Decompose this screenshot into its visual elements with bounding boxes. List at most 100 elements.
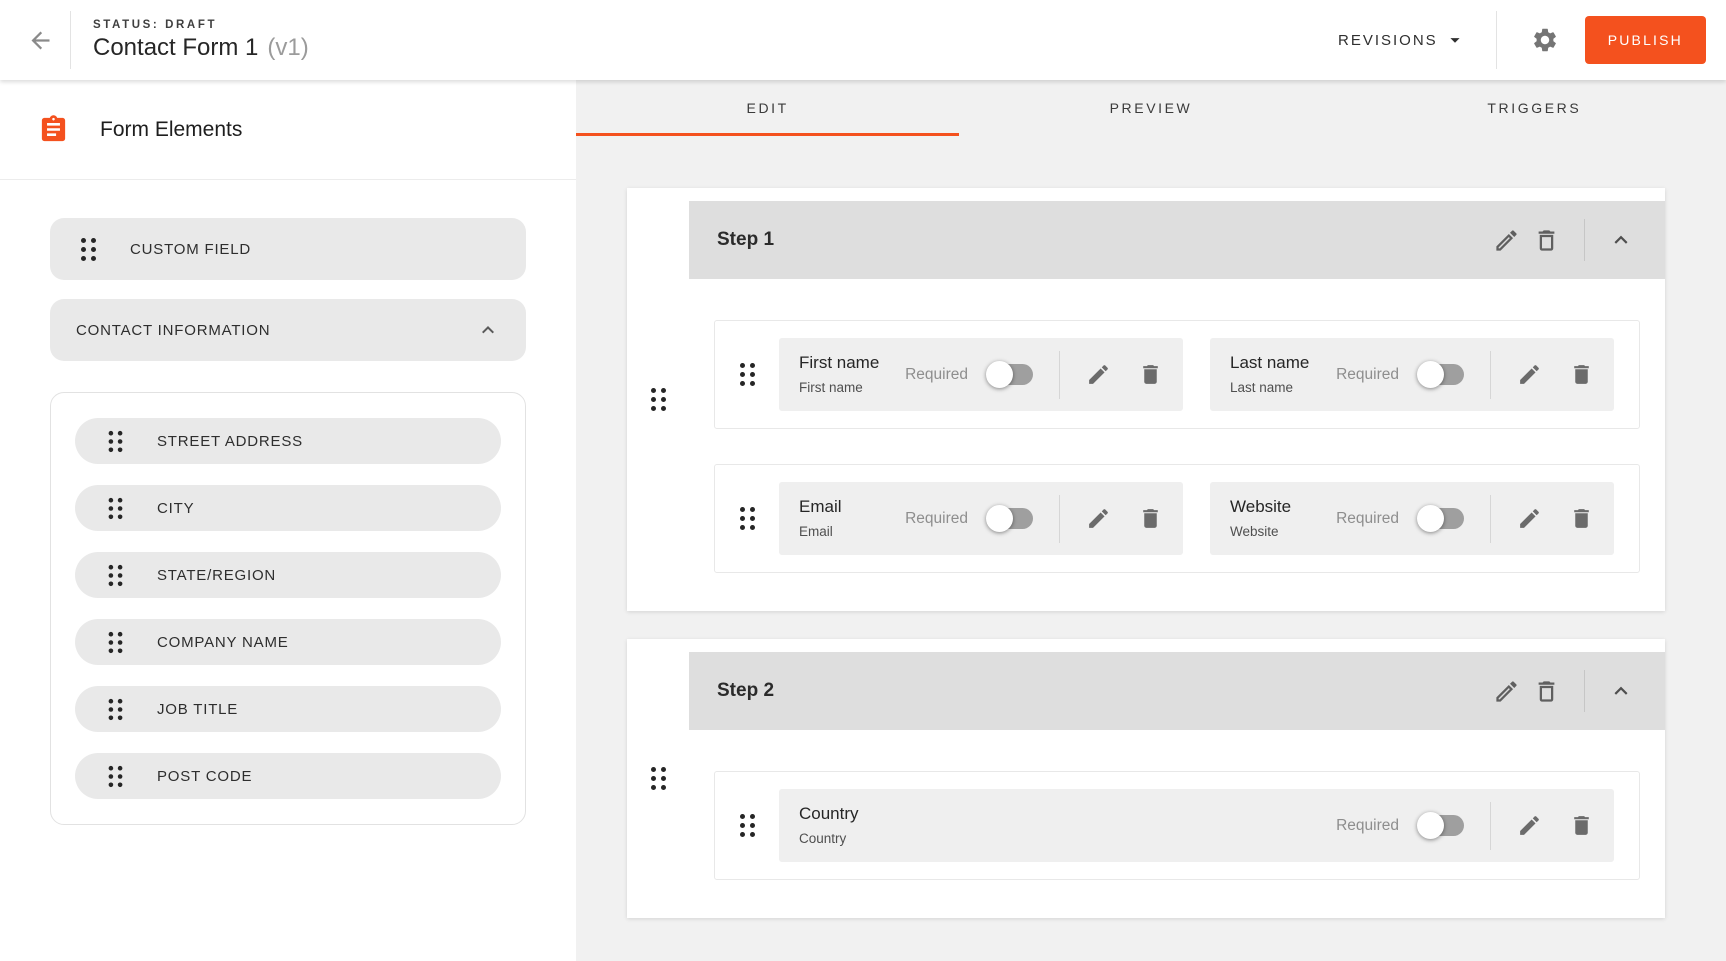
edit-field-button[interactable] bbox=[1510, 499, 1548, 539]
contact-information-group[interactable]: CONTACT INFORMATION bbox=[50, 299, 526, 361]
settings-button[interactable] bbox=[1523, 18, 1567, 62]
sidebar-field-label: COMPANY NAME bbox=[157, 634, 289, 651]
contact-information-items: STREET ADDRESS CITY STATE/REGION COMPANY… bbox=[50, 392, 526, 825]
edit-icon bbox=[1086, 506, 1111, 531]
drag-handle-icon[interactable] bbox=[81, 238, 96, 261]
delete-field-button[interactable] bbox=[1562, 806, 1600, 846]
delete-field-button[interactable] bbox=[1562, 499, 1600, 539]
divider bbox=[1496, 11, 1497, 69]
custom-field-element[interactable]: CUSTOM FIELD bbox=[50, 218, 526, 280]
field-sublabel: Website bbox=[1230, 522, 1291, 542]
row-drag-handle-icon[interactable] bbox=[740, 814, 755, 837]
field-card-website: Website Website Required bbox=[1210, 482, 1614, 555]
delete-step-button[interactable] bbox=[1526, 671, 1566, 711]
row-drag-handle-icon[interactable] bbox=[740, 507, 755, 530]
main-panel: EDIT PREVIEW TRIGGERS Step 1 bbox=[576, 80, 1726, 961]
edit-icon bbox=[1517, 813, 1542, 838]
sidebar-item-state-region[interactable]: STATE/REGION bbox=[75, 552, 501, 598]
sidebar-field-label: POST CODE bbox=[157, 768, 252, 785]
required-toggle[interactable] bbox=[986, 505, 1036, 532]
edit-field-button[interactable] bbox=[1510, 806, 1548, 846]
top-bar: STATUS: DRAFT Contact Form 1 (v1) REVISI… bbox=[0, 0, 1726, 80]
caret-down-icon bbox=[1444, 29, 1466, 51]
field-row: Email Email Required Website Website Req… bbox=[714, 464, 1640, 573]
tab-bar: EDIT PREVIEW TRIGGERS bbox=[576, 80, 1726, 136]
sidebar-field-label: STATE/REGION bbox=[157, 567, 276, 584]
divider bbox=[1490, 802, 1491, 850]
edit-step-button[interactable] bbox=[1486, 220, 1526, 260]
tab-label: EDIT bbox=[747, 100, 789, 116]
divider bbox=[1059, 351, 1060, 399]
sidebar-field-label: CITY bbox=[157, 500, 194, 517]
divider bbox=[70, 11, 71, 69]
sidebar-header: Form Elements bbox=[0, 80, 576, 180]
edit-icon bbox=[1086, 362, 1111, 387]
revisions-button[interactable]: REVISIONS bbox=[1338, 29, 1466, 51]
tab-preview[interactable]: PREVIEW bbox=[959, 80, 1342, 136]
sidebar-item-city[interactable]: CITY bbox=[75, 485, 501, 531]
step-drag-handle-icon[interactable] bbox=[651, 767, 666, 790]
form-elements-sidebar: Form Elements CUSTOM FIELD CONTACT INFOR… bbox=[0, 80, 576, 961]
edit-icon bbox=[1493, 227, 1520, 254]
tab-triggers[interactable]: TRIGGERS bbox=[1343, 80, 1726, 136]
sidebar-item-company-name[interactable]: COMPANY NAME bbox=[75, 619, 501, 665]
required-toggle[interactable] bbox=[986, 361, 1036, 388]
required-label: Required bbox=[1336, 366, 1399, 384]
sidebar-field-label: STREET ADDRESS bbox=[157, 433, 303, 450]
drag-handle-icon[interactable] bbox=[109, 631, 123, 652]
field-label: Email bbox=[799, 495, 842, 520]
form-status: STATUS: DRAFT bbox=[93, 19, 309, 31]
drag-handle-icon[interactable] bbox=[109, 430, 123, 451]
drag-handle-icon[interactable] bbox=[109, 698, 123, 719]
trash-icon bbox=[1138, 362, 1163, 387]
sidebar-item-job-title[interactable]: JOB TITLE bbox=[75, 686, 501, 732]
collapse-step-button[interactable] bbox=[1601, 671, 1641, 711]
sidebar-item-street-address[interactable]: STREET ADDRESS bbox=[75, 418, 501, 464]
step-card-2: Step 2 bbox=[627, 639, 1665, 918]
field-sublabel: Email bbox=[799, 522, 842, 542]
publish-button[interactable]: PUBLISH bbox=[1585, 16, 1706, 64]
required-toggle[interactable] bbox=[1417, 361, 1467, 388]
trash-icon bbox=[1569, 506, 1594, 531]
sidebar-item-post-code[interactable]: POST CODE bbox=[75, 753, 501, 799]
step-header: Step 2 bbox=[689, 652, 1665, 730]
delete-step-button[interactable] bbox=[1526, 220, 1566, 260]
drag-handle-icon[interactable] bbox=[109, 497, 123, 518]
edit-icon bbox=[1517, 362, 1542, 387]
edit-field-button[interactable] bbox=[1510, 355, 1548, 395]
chevron-up-icon bbox=[1608, 227, 1634, 253]
edit-icon bbox=[1493, 678, 1520, 705]
field-card-email: Email Email Required bbox=[779, 482, 1183, 555]
edit-field-button[interactable] bbox=[1079, 499, 1117, 539]
back-button[interactable] bbox=[14, 14, 66, 66]
delete-field-button[interactable] bbox=[1562, 355, 1600, 395]
field-card-first-name: First name First name Required bbox=[779, 338, 1183, 411]
sidebar-title: Form Elements bbox=[100, 118, 242, 142]
divider bbox=[1059, 495, 1060, 543]
gear-icon bbox=[1531, 26, 1559, 54]
step-title: Step 1 bbox=[717, 229, 1486, 251]
edit-step-button[interactable] bbox=[1486, 671, 1526, 711]
field-sublabel: First name bbox=[799, 378, 879, 398]
row-drag-handle-icon[interactable] bbox=[740, 363, 755, 386]
required-toggle[interactable] bbox=[1417, 505, 1467, 532]
field-row: Country Country Required bbox=[714, 771, 1640, 880]
required-label: Required bbox=[1336, 510, 1399, 528]
sidebar-field-label: JOB TITLE bbox=[157, 701, 238, 718]
collapse-step-button[interactable] bbox=[1601, 220, 1641, 260]
trash-icon bbox=[1138, 506, 1163, 531]
required-toggle[interactable] bbox=[1417, 812, 1467, 839]
drag-handle-icon[interactable] bbox=[109, 765, 123, 786]
tab-label: TRIGGERS bbox=[1487, 100, 1581, 116]
tab-edit[interactable]: EDIT bbox=[576, 80, 959, 136]
chevron-up-icon bbox=[1608, 678, 1634, 704]
delete-field-button[interactable] bbox=[1131, 355, 1169, 395]
delete-field-button[interactable] bbox=[1131, 499, 1169, 539]
trash-icon bbox=[1533, 227, 1560, 254]
field-label: Last name bbox=[1230, 351, 1309, 376]
edit-field-button[interactable] bbox=[1079, 355, 1117, 395]
step-drag-handle-icon[interactable] bbox=[651, 388, 666, 411]
group-label: CONTACT INFORMATION bbox=[76, 322, 270, 339]
chevron-up-icon[interactable] bbox=[476, 318, 500, 342]
drag-handle-icon[interactable] bbox=[109, 564, 123, 585]
